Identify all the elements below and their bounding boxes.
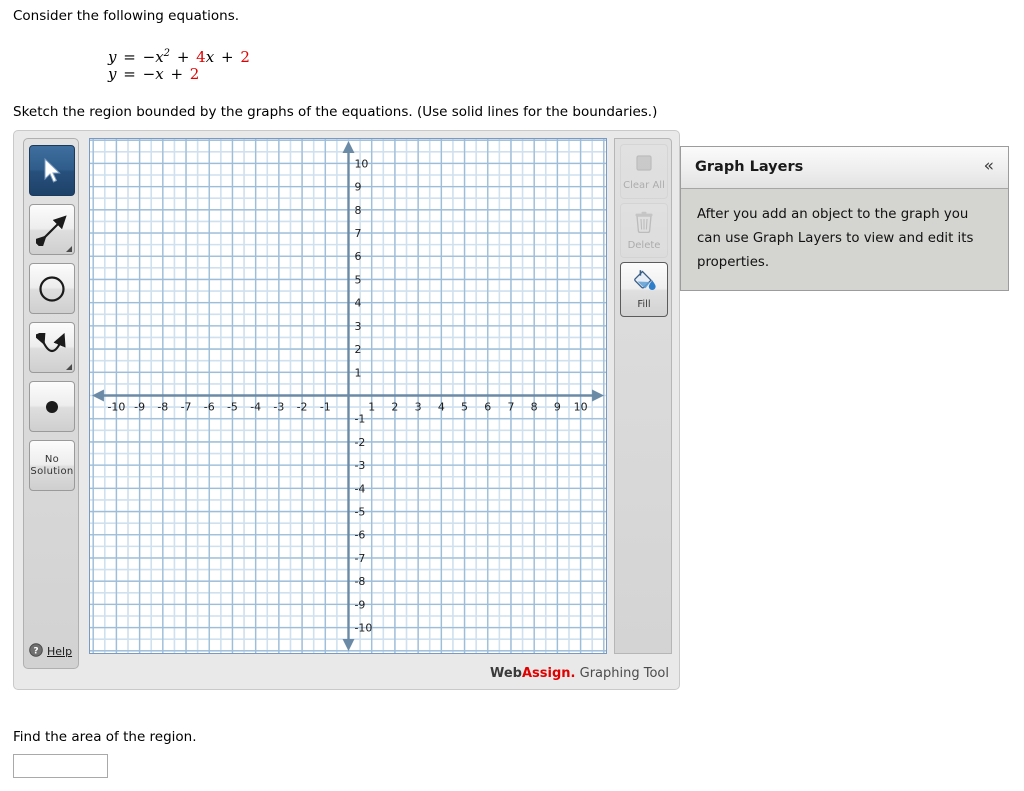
svg-text:4: 4	[354, 297, 361, 310]
svg-text:9: 9	[354, 181, 361, 194]
clear-all-button[interactable]: Clear All	[620, 144, 668, 199]
area-answer-input[interactable]	[13, 754, 108, 778]
clear-all-icon	[633, 152, 655, 177]
circle-icon	[30, 264, 74, 313]
equation-1-exponent: 2	[163, 48, 171, 59]
svg-text:4: 4	[438, 400, 445, 413]
brand-product: Graphing Tool	[579, 666, 669, 681]
svg-text:2: 2	[354, 343, 361, 356]
no-solution-label-line2: Solution	[30, 465, 74, 477]
svg-text:3: 3	[415, 400, 422, 413]
svg-text:5: 5	[354, 273, 361, 286]
collapse-panel-icon[interactable]: «	[984, 156, 994, 176]
svg-text:-2: -2	[297, 400, 308, 413]
equation-1-term-4: x	[205, 48, 215, 66]
prompt-find-area-text: Find the area of the region.	[13, 729, 197, 745]
graph-layers-title: Graph Layers	[695, 159, 804, 175]
svg-text:-5: -5	[354, 506, 365, 519]
svg-text:2: 2	[391, 400, 398, 413]
point-dot-icon	[30, 382, 74, 431]
svg-text:8: 8	[531, 400, 538, 413]
svg-text:3: 3	[354, 320, 361, 333]
svg-text:7: 7	[507, 400, 514, 413]
svg-text:1: 1	[354, 366, 361, 379]
svg-text:-2: -2	[354, 436, 365, 449]
svg-text:-1: -1	[354, 413, 365, 426]
equation-row-2: y = −x + 2	[108, 64, 250, 84]
graph-layers-help-text: After you add an object to the graph you…	[697, 207, 974, 270]
equation-1-term-5: +	[220, 48, 234, 66]
no-solution-label-line1: No	[44, 453, 60, 465]
svg-text:-8: -8	[354, 575, 365, 588]
fill-label: Fill	[637, 299, 651, 310]
circle-tool-button[interactable]	[29, 263, 75, 314]
equation-2-equals: =	[123, 65, 136, 83]
svg-text:-5: -5	[227, 400, 238, 413]
svg-text:6: 6	[484, 400, 491, 413]
coordinate-grid: -10 -9 -8 -7 -6 -5 -4 -3 -2 -1 1 2 3 4 5 6 7 8 9 1010987654…	[90, 139, 606, 653]
svg-text:?: ?	[33, 646, 38, 656]
trash-icon	[633, 211, 655, 237]
svg-text:-10: -10	[354, 622, 372, 635]
svg-text:-1: -1	[320, 400, 331, 413]
no-solution-label-group: No Solution	[30, 441, 74, 490]
prompt-sketch-text: Sketch the region bounded by the graphs …	[13, 104, 658, 120]
svg-text:9: 9	[554, 400, 561, 413]
fill-button[interactable]: Fill	[620, 262, 668, 317]
webassign-brand: WebAssign. Graphing Tool	[490, 666, 669, 681]
clear-all-label: Clear All	[623, 180, 665, 191]
equation-2-term-3: 2	[189, 65, 200, 83]
svg-text:-6: -6	[354, 529, 365, 542]
equation-2-lhs: y	[108, 65, 117, 83]
equation-2-term-2: +	[170, 65, 184, 83]
svg-text:-3: -3	[354, 459, 365, 472]
parabola-tool-menu-indicator[interactable]	[66, 364, 72, 370]
point-tool-button[interactable]	[29, 381, 75, 432]
svg-text:-7: -7	[181, 400, 192, 413]
paint-bucket-icon	[631, 269, 657, 296]
svg-text:10: 10	[574, 400, 588, 413]
equation-1-term-6: 2	[240, 48, 250, 66]
svg-text:1: 1	[368, 400, 375, 413]
graph-layers-header: Graph Layers «	[681, 147, 1008, 189]
svg-text:-7: -7	[354, 552, 365, 565]
svg-text:-9: -9	[134, 400, 145, 413]
help-question-icon: ?	[29, 643, 43, 660]
help-link-label: Help	[47, 645, 73, 658]
svg-text:6: 6	[354, 250, 361, 263]
svg-text:-6: -6	[204, 400, 215, 413]
svg-text:-4: -4	[354, 482, 365, 495]
help-link[interactable]: ? Help	[29, 643, 72, 660]
actions-toolbar: Clear All Delete Fill	[614, 138, 672, 654]
equations-block: y = −x2 + 4x + 2 y = −x + 2	[108, 44, 250, 84]
graph-layers-panel: Graph Layers « After you add an object t…	[680, 146, 1009, 291]
line-tool-menu-indicator[interactable]	[66, 246, 72, 252]
svg-text:-8: -8	[157, 400, 168, 413]
select-tool-button[interactable]	[29, 145, 75, 196]
svg-text:7: 7	[354, 227, 361, 240]
svg-text:-10: -10	[107, 400, 125, 413]
delete-button[interactable]: Delete	[620, 203, 668, 258]
svg-text:-4: -4	[250, 400, 261, 413]
delete-label: Delete	[627, 239, 661, 251]
brand-web: Web	[489, 666, 522, 681]
parabola-tool-button[interactable]	[29, 322, 75, 373]
svg-text:8: 8	[354, 204, 361, 217]
equation-2-term-1: −x	[142, 65, 164, 83]
line-tool-button[interactable]	[29, 204, 75, 255]
svg-text:-9: -9	[354, 598, 365, 611]
svg-text:-3: -3	[273, 400, 284, 413]
prompt-consider-text: Consider the following equations.	[13, 8, 240, 24]
brand-assign: Assign.	[521, 666, 576, 681]
graphing-tool-widget: No Solution ? Help -10 -9 -8 -7 -6 -5 -4 -3 -2 -1…	[13, 130, 680, 690]
no-solution-tool-button[interactable]: No Solution	[29, 440, 75, 491]
equation-row-1: y = −x2 + 4x + 2	[108, 44, 250, 66]
drawing-tools-toolbar: No Solution ? Help	[23, 138, 79, 669]
svg-text:10: 10	[354, 157, 368, 170]
svg-text:5: 5	[461, 400, 468, 413]
graph-canvas[interactable]: -10 -9 -8 -7 -6 -5 -4 -3 -2 -1 1 2 3 4 5 6 7 8 9 10 10 9 8 7 6 5 4…	[89, 138, 607, 654]
cursor-arrow-icon	[30, 146, 74, 195]
